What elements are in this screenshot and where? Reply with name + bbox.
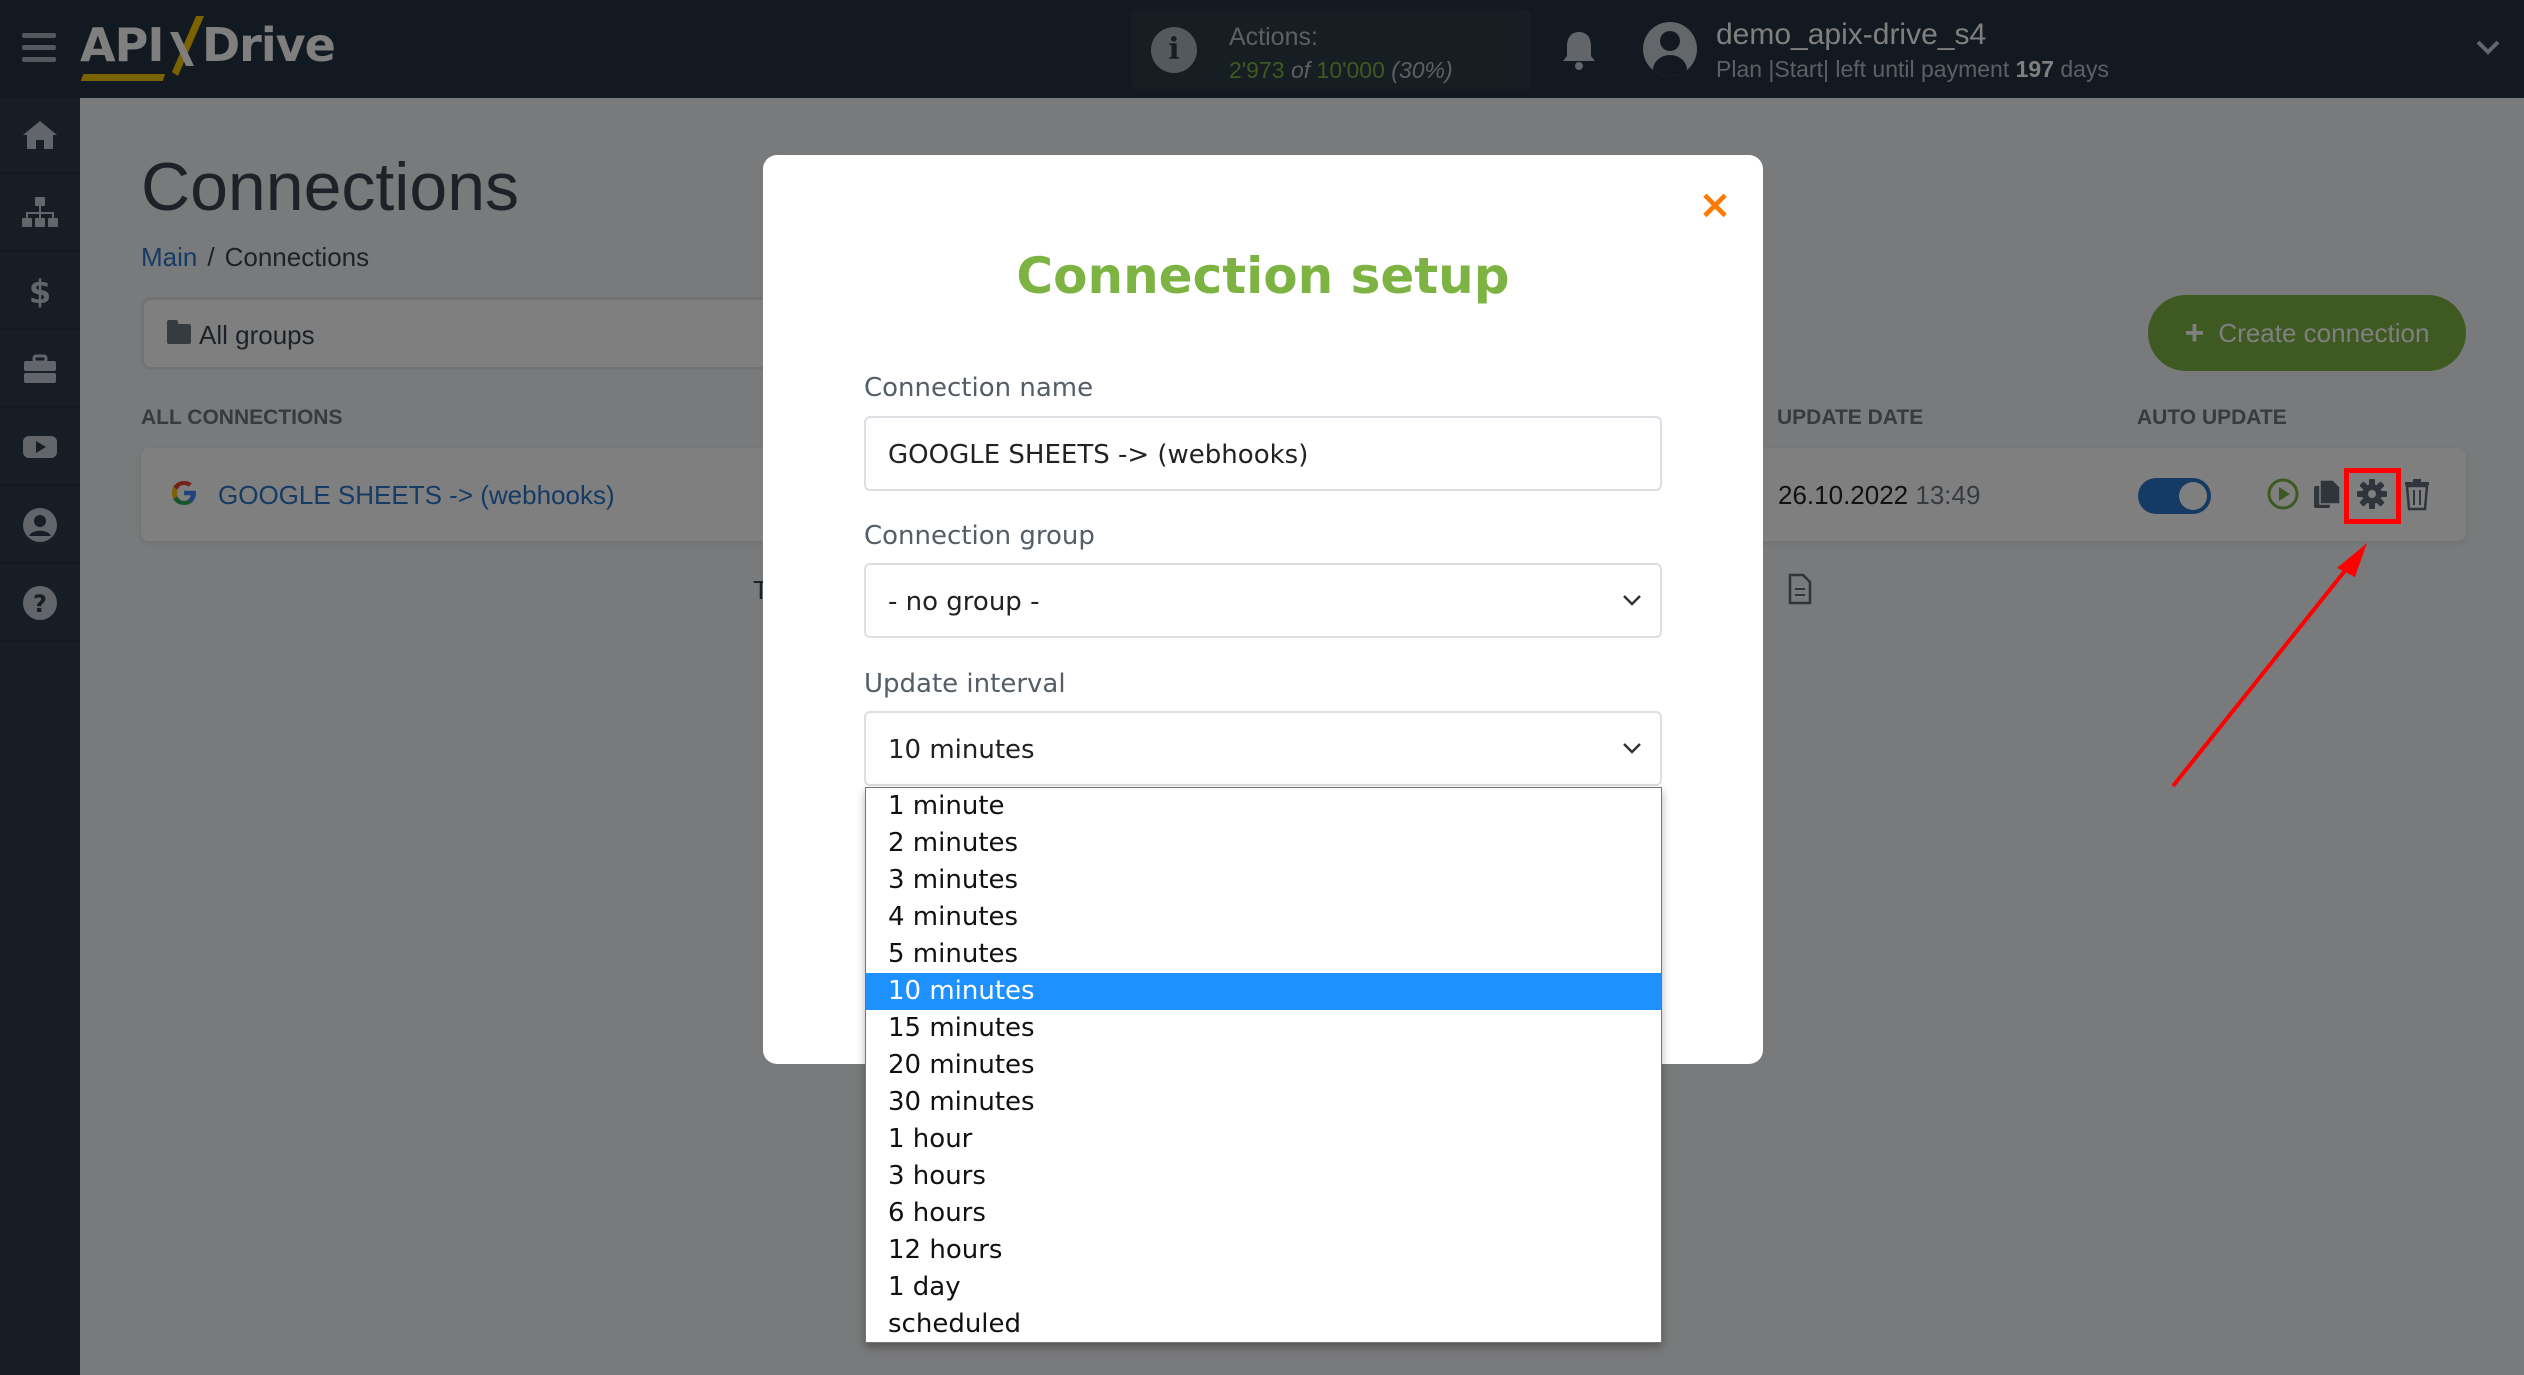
connection-name-input[interactable]: GOOGLE SHEETS -> (webhooks) — [864, 416, 1662, 491]
interval-option[interactable]: 6 hours — [866, 1195, 1661, 1232]
interval-option[interactable]: 5 minutes — [866, 936, 1661, 973]
interval-option[interactable]: 3 minutes — [866, 862, 1661, 899]
connection-group-label: Connection group — [864, 521, 1095, 551]
connection-name-value: GOOGLE SHEETS -> (webhooks) — [888, 440, 1309, 470]
interval-option[interactable]: 3 hours — [866, 1158, 1661, 1195]
connection-name-label: Connection name — [864, 373, 1094, 403]
interval-option[interactable]: 30 minutes — [866, 1084, 1661, 1121]
interval-option[interactable]: 10 minutes — [866, 973, 1661, 1010]
interval-option[interactable]: 15 minutes — [866, 1010, 1661, 1047]
chevron-down-icon — [1623, 743, 1641, 754]
interval-option[interactable]: 20 minutes — [866, 1047, 1661, 1084]
modal-title: Connection setup — [1016, 247, 1510, 305]
update-interval-select[interactable]: 10 minutes — [864, 711, 1662, 786]
interval-option[interactable]: scheduled — [866, 1306, 1661, 1343]
connection-group-value: - no group - — [888, 587, 1040, 617]
interval-option[interactable]: 4 minutes — [866, 899, 1661, 936]
annotation-highlight-box — [2344, 468, 2401, 524]
interval-option[interactable]: 1 minute — [866, 788, 1661, 825]
chevron-down-icon — [1623, 595, 1641, 606]
interval-option[interactable]: 1 day — [866, 1269, 1661, 1306]
connection-group-select[interactable]: - no group - — [864, 563, 1662, 638]
update-interval-label: Update interval — [864, 669, 1066, 699]
update-interval-options: 1 minute 2 minutes 3 minutes 4 minutes 5 min… — [865, 787, 1662, 1343]
close-icon[interactable]: × — [1698, 185, 1732, 225]
interval-option[interactable]: 2 minutes — [866, 825, 1661, 862]
update-interval-value: 10 minutes — [888, 735, 1035, 765]
interval-option[interactable]: 12 hours — [866, 1232, 1661, 1269]
interval-option[interactable]: 1 hour — [866, 1121, 1661, 1158]
